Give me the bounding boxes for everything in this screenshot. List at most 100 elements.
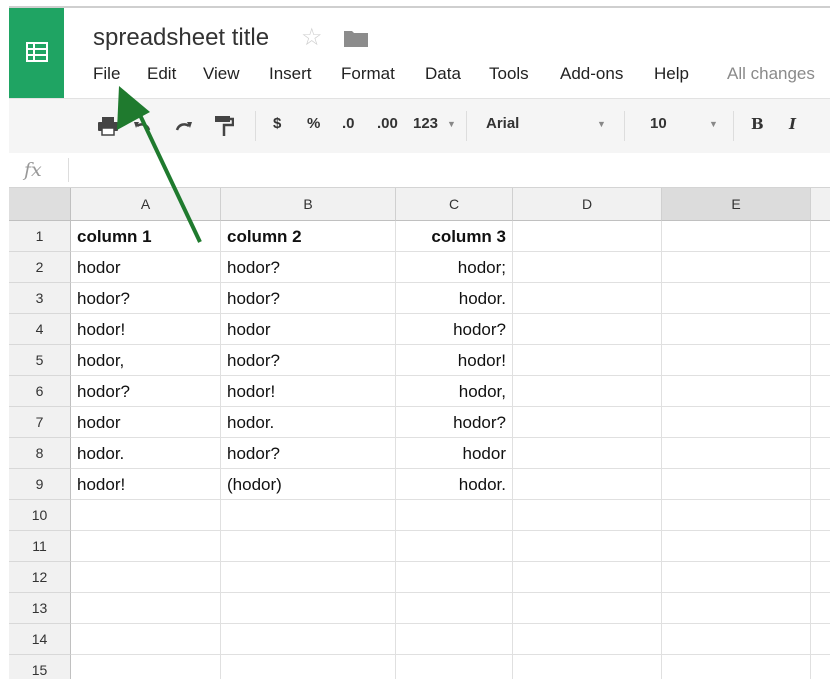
cell-d2[interactable] bbox=[513, 252, 662, 283]
cell-b9[interactable]: (hodor) bbox=[221, 469, 396, 500]
cell-d6[interactable] bbox=[513, 376, 662, 407]
increase-decimals-button[interactable]: .00 bbox=[377, 115, 398, 132]
row-header[interactable]: 11 bbox=[9, 531, 71, 562]
cell-a12[interactable] bbox=[71, 562, 221, 593]
font-size-select[interactable]: 10 bbox=[650, 115, 667, 132]
menu-file[interactable]: File bbox=[93, 64, 120, 84]
cell-b14[interactable] bbox=[221, 624, 396, 655]
cell-a14[interactable] bbox=[71, 624, 221, 655]
cell-c12[interactable] bbox=[396, 562, 513, 593]
cell-partial[interactable] bbox=[811, 469, 830, 500]
row-header[interactable]: 4 bbox=[9, 314, 71, 345]
cell-b1[interactable]: column 2 bbox=[221, 221, 396, 252]
cell-e14[interactable] bbox=[662, 624, 811, 655]
cell-d12[interactable] bbox=[513, 562, 662, 593]
cell-d8[interactable] bbox=[513, 438, 662, 469]
cell-partial[interactable] bbox=[811, 283, 830, 314]
menu-insert[interactable]: Insert bbox=[269, 64, 312, 84]
cell-d7[interactable] bbox=[513, 407, 662, 438]
cell-d3[interactable] bbox=[513, 283, 662, 314]
decrease-decimals-button[interactable]: .0 bbox=[342, 115, 355, 132]
cell-e1[interactable] bbox=[662, 221, 811, 252]
cell-a4[interactable]: hodor! bbox=[71, 314, 221, 345]
cell-partial[interactable] bbox=[811, 221, 830, 252]
cell-e12[interactable] bbox=[662, 562, 811, 593]
cell-a15[interactable] bbox=[71, 655, 221, 679]
document-title[interactable]: spreadsheet title bbox=[93, 24, 269, 52]
row-header[interactable]: 3 bbox=[9, 283, 71, 314]
cell-c1[interactable]: column 3 bbox=[396, 221, 513, 252]
cell-c6[interactable]: hodor, bbox=[396, 376, 513, 407]
cell-e3[interactable] bbox=[662, 283, 811, 314]
cell-c10[interactable] bbox=[396, 500, 513, 531]
cell-d5[interactable] bbox=[513, 345, 662, 376]
menu-edit[interactable]: Edit bbox=[147, 64, 176, 84]
cell-e5[interactable] bbox=[662, 345, 811, 376]
cell-b5[interactable]: hodor? bbox=[221, 345, 396, 376]
cell-a6[interactable]: hodor? bbox=[71, 376, 221, 407]
column-header-a[interactable]: A bbox=[71, 188, 221, 221]
cell-d9[interactable] bbox=[513, 469, 662, 500]
cell-a2[interactable]: hodor bbox=[71, 252, 221, 283]
cell-c11[interactable] bbox=[396, 531, 513, 562]
row-header[interactable]: 10 bbox=[9, 500, 71, 531]
cell-a8[interactable]: hodor. bbox=[71, 438, 221, 469]
cell-c8[interactable]: hodor bbox=[396, 438, 513, 469]
cell-c4[interactable]: hodor? bbox=[396, 314, 513, 345]
cell-b6[interactable]: hodor! bbox=[221, 376, 396, 407]
cell-c15[interactable] bbox=[396, 655, 513, 679]
paint-format-icon[interactable] bbox=[214, 114, 235, 143]
cell-partial[interactable] bbox=[811, 407, 830, 438]
cell-c13[interactable] bbox=[396, 593, 513, 624]
menu-add-ons[interactable]: Add-ons bbox=[560, 64, 623, 84]
column-header-b[interactable]: B bbox=[221, 188, 396, 221]
column-header-d[interactable]: D bbox=[513, 188, 662, 221]
column-header-partial[interactable] bbox=[811, 188, 830, 221]
cell-partial[interactable] bbox=[811, 655, 830, 679]
cell-e6[interactable] bbox=[662, 376, 811, 407]
cell-partial[interactable] bbox=[811, 500, 830, 531]
folder-icon[interactable] bbox=[343, 28, 369, 53]
cell-e7[interactable] bbox=[662, 407, 811, 438]
select-all-corner[interactable] bbox=[9, 188, 71, 221]
menu-data[interactable]: Data bbox=[425, 64, 461, 84]
menu-help[interactable]: Help bbox=[654, 64, 689, 84]
row-header[interactable]: 6 bbox=[9, 376, 71, 407]
menu-format[interactable]: Format bbox=[341, 64, 395, 84]
more-formats-button[interactable]: 123 bbox=[413, 115, 438, 132]
cell-partial[interactable] bbox=[811, 531, 830, 562]
spreadsheet-grid[interactable]: A B C D E 1 column 1 column 2 column 3 2 hodor hodo… bbox=[9, 188, 830, 679]
currency-format-button[interactable]: $ bbox=[273, 115, 281, 132]
chevron-down-icon[interactable]: ▼ bbox=[447, 119, 456, 129]
cell-e4[interactable] bbox=[662, 314, 811, 345]
cell-b15[interactable] bbox=[221, 655, 396, 679]
cell-partial[interactable] bbox=[811, 345, 830, 376]
row-header[interactable]: 7 bbox=[9, 407, 71, 438]
row-header[interactable]: 1 bbox=[9, 221, 71, 252]
row-header[interactable]: 14 bbox=[9, 624, 71, 655]
cell-a3[interactable]: hodor? bbox=[71, 283, 221, 314]
cell-b12[interactable] bbox=[221, 562, 396, 593]
menu-view[interactable]: View bbox=[203, 64, 240, 84]
print-icon[interactable] bbox=[97, 116, 119, 141]
cell-a13[interactable] bbox=[71, 593, 221, 624]
cell-c14[interactable] bbox=[396, 624, 513, 655]
cell-partial[interactable] bbox=[811, 438, 830, 469]
font-family-select[interactable]: Arial bbox=[486, 115, 519, 132]
cell-b2[interactable]: hodor? bbox=[221, 252, 396, 283]
cell-b3[interactable]: hodor? bbox=[221, 283, 396, 314]
row-header[interactable]: 15 bbox=[9, 655, 71, 679]
cell-b7[interactable]: hodor. bbox=[221, 407, 396, 438]
cell-d15[interactable] bbox=[513, 655, 662, 679]
row-header[interactable]: 8 bbox=[9, 438, 71, 469]
cell-d14[interactable] bbox=[513, 624, 662, 655]
cell-e9[interactable] bbox=[662, 469, 811, 500]
cell-c2[interactable]: hodor; bbox=[396, 252, 513, 283]
sheets-logo[interactable] bbox=[9, 8, 64, 98]
cell-e11[interactable] bbox=[662, 531, 811, 562]
cell-e13[interactable] bbox=[662, 593, 811, 624]
redo-icon[interactable] bbox=[173, 116, 195, 141]
cell-d10[interactable] bbox=[513, 500, 662, 531]
menu-tools[interactable]: Tools bbox=[489, 64, 529, 84]
cell-b10[interactable] bbox=[221, 500, 396, 531]
